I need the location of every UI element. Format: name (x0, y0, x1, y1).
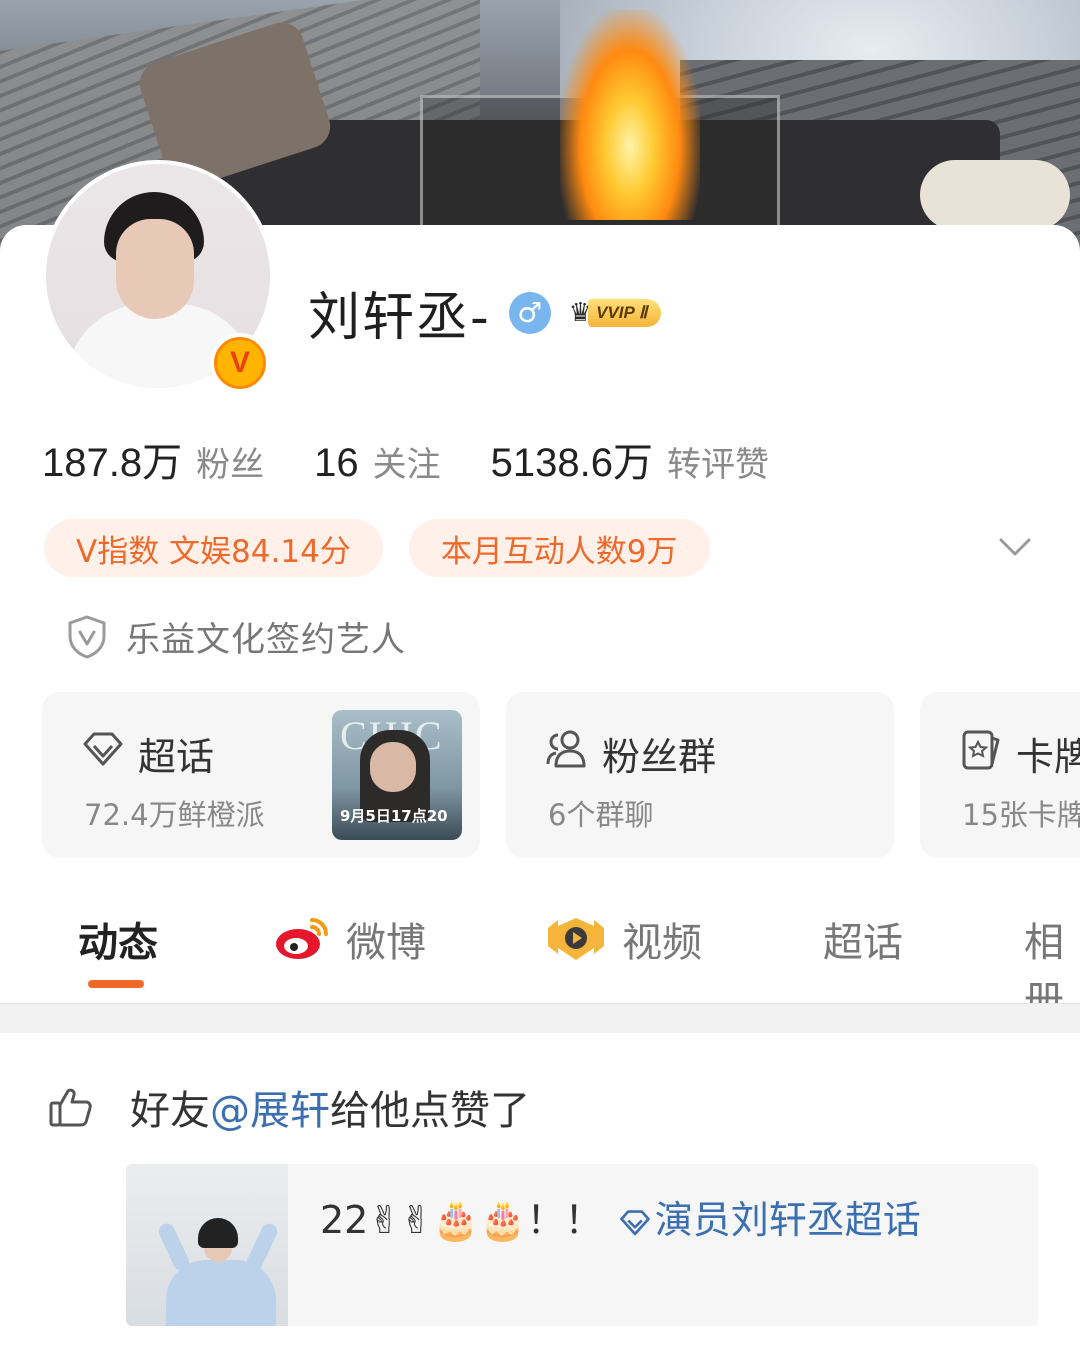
thumbnail-date: 9月5日17点20 (340, 807, 448, 825)
male-gender-icon: ♂ (508, 291, 551, 334)
verified-badge-letter: V (214, 337, 266, 389)
tile-subtitle: 6个群聊 (548, 798, 654, 832)
tab-weibo[interactable]: 微博 (272, 910, 426, 968)
diamond-icon (619, 1210, 650, 1236)
tab-super-topic[interactable]: 超话 (823, 910, 903, 968)
stat-label: 粉丝 (196, 445, 265, 485)
like-notice-suffix: 给他点赞了 (330, 1088, 530, 1134)
vvip-badge[interactable]: ♛ VVIP Ⅱ (569, 296, 662, 330)
liked-post-thumbnail (126, 1164, 288, 1326)
fan-group-tile[interactable]: 粉丝群 6个群聊 (506, 692, 894, 858)
certification-row[interactable]: 乐益文化签约艺人 (66, 612, 406, 661)
profile-stats: 187.8万 粉丝 16 关注 5138.6万 转评赞 (42, 430, 819, 488)
tab-label: 视频 (622, 920, 702, 966)
name-row: 刘轩丞- ♂ ♛ VVIP Ⅱ (308, 275, 662, 350)
super-topic-tile[interactable]: 超话 72.4万鲜橙派 CHIC 9月5日17点20 (42, 692, 480, 858)
like-notice-text: 好友@展轩给他点赞了 (130, 1078, 530, 1136)
profile-tabs: 动态 微博 视频 超话 相册 (0, 900, 1080, 1024)
tab-label: 微博 (346, 920, 426, 966)
friend-mention-link[interactable]: @展轩 (210, 1088, 330, 1134)
card-icon (962, 730, 1000, 770)
stat-label: 关注 (372, 445, 441, 485)
super-topic-label: 演员刘轩丞超话 (654, 1198, 921, 1242)
certification-text: 乐益文化签约艺人 (126, 620, 406, 660)
stat-number: 5138.6万 (490, 441, 653, 485)
chevron-down-icon[interactable] (995, 530, 1035, 566)
super-topic-link[interactable]: 演员刘轩丞超话 (615, 1198, 921, 1242)
weibo-logo-icon (276, 918, 328, 959)
group-icon (546, 730, 586, 768)
active-tab-indicator (88, 980, 144, 988)
verified-badge-icon: V (210, 333, 270, 393)
cover-fur-rug (920, 160, 1070, 230)
monthly-interaction-pill[interactable]: 本月互动人数9万 (408, 519, 710, 577)
stat-number: 16 (314, 441, 359, 485)
liked-post-text: 22✌✌🎂🎂！！ 演员刘轩丞超话 (320, 1194, 1000, 1246)
super-topic-thumbnail: CHIC 9月5日17点20 (332, 710, 462, 840)
tile-subtitle: 15张卡牌 (962, 798, 1080, 832)
tile-title: 超话 (138, 735, 215, 779)
like-notice-prefix: 好友 (130, 1088, 210, 1134)
tab-feed[interactable]: 动态 (78, 910, 158, 968)
post-content: 22✌✌🎂🎂！！ (320, 1198, 603, 1242)
video-play-icon (548, 918, 604, 960)
feed-like-notice: 好友@展轩给他点赞了 (48, 1078, 530, 1136)
profile-name: 刘轩丞- (308, 288, 491, 348)
stat-reposts-comments-likes[interactable]: 5138.6万 转评赞 (491, 430, 769, 488)
card-collection-tile[interactable]: 卡牌 15张卡牌 (920, 692, 1080, 858)
v-index-pill[interactable]: V指数 文娱84.14分 (44, 519, 383, 577)
stat-following[interactable]: 16 关注 (314, 437, 441, 486)
section-divider (0, 1003, 1080, 1033)
stat-label: 转评赞 (666, 445, 769, 485)
liked-post-card[interactable]: 22✌✌🎂🎂！！ 演员刘轩丞超话 (126, 1164, 1038, 1326)
tab-label: 超话 (823, 920, 903, 966)
thumbs-up-icon (49, 1088, 92, 1127)
tab-label: 动态 (78, 920, 158, 966)
cover-fire (560, 10, 700, 220)
tile-subtitle: 72.4万鲜橙派 (84, 798, 265, 832)
vvip-label: VVIP Ⅱ (588, 298, 662, 327)
tile-title: 粉丝群 (602, 735, 717, 779)
tile-title: 卡牌 (1016, 735, 1080, 779)
tab-video[interactable]: 视频 (544, 910, 702, 968)
profile-pills: V指数 文娱84.14分 本月互动人数9万 (44, 519, 710, 577)
shield-icon (68, 614, 106, 659)
diamond-icon (83, 732, 123, 766)
stat-number: 187.8万 (42, 441, 183, 485)
stat-followers[interactable]: 187.8万 粉丝 (42, 430, 264, 488)
